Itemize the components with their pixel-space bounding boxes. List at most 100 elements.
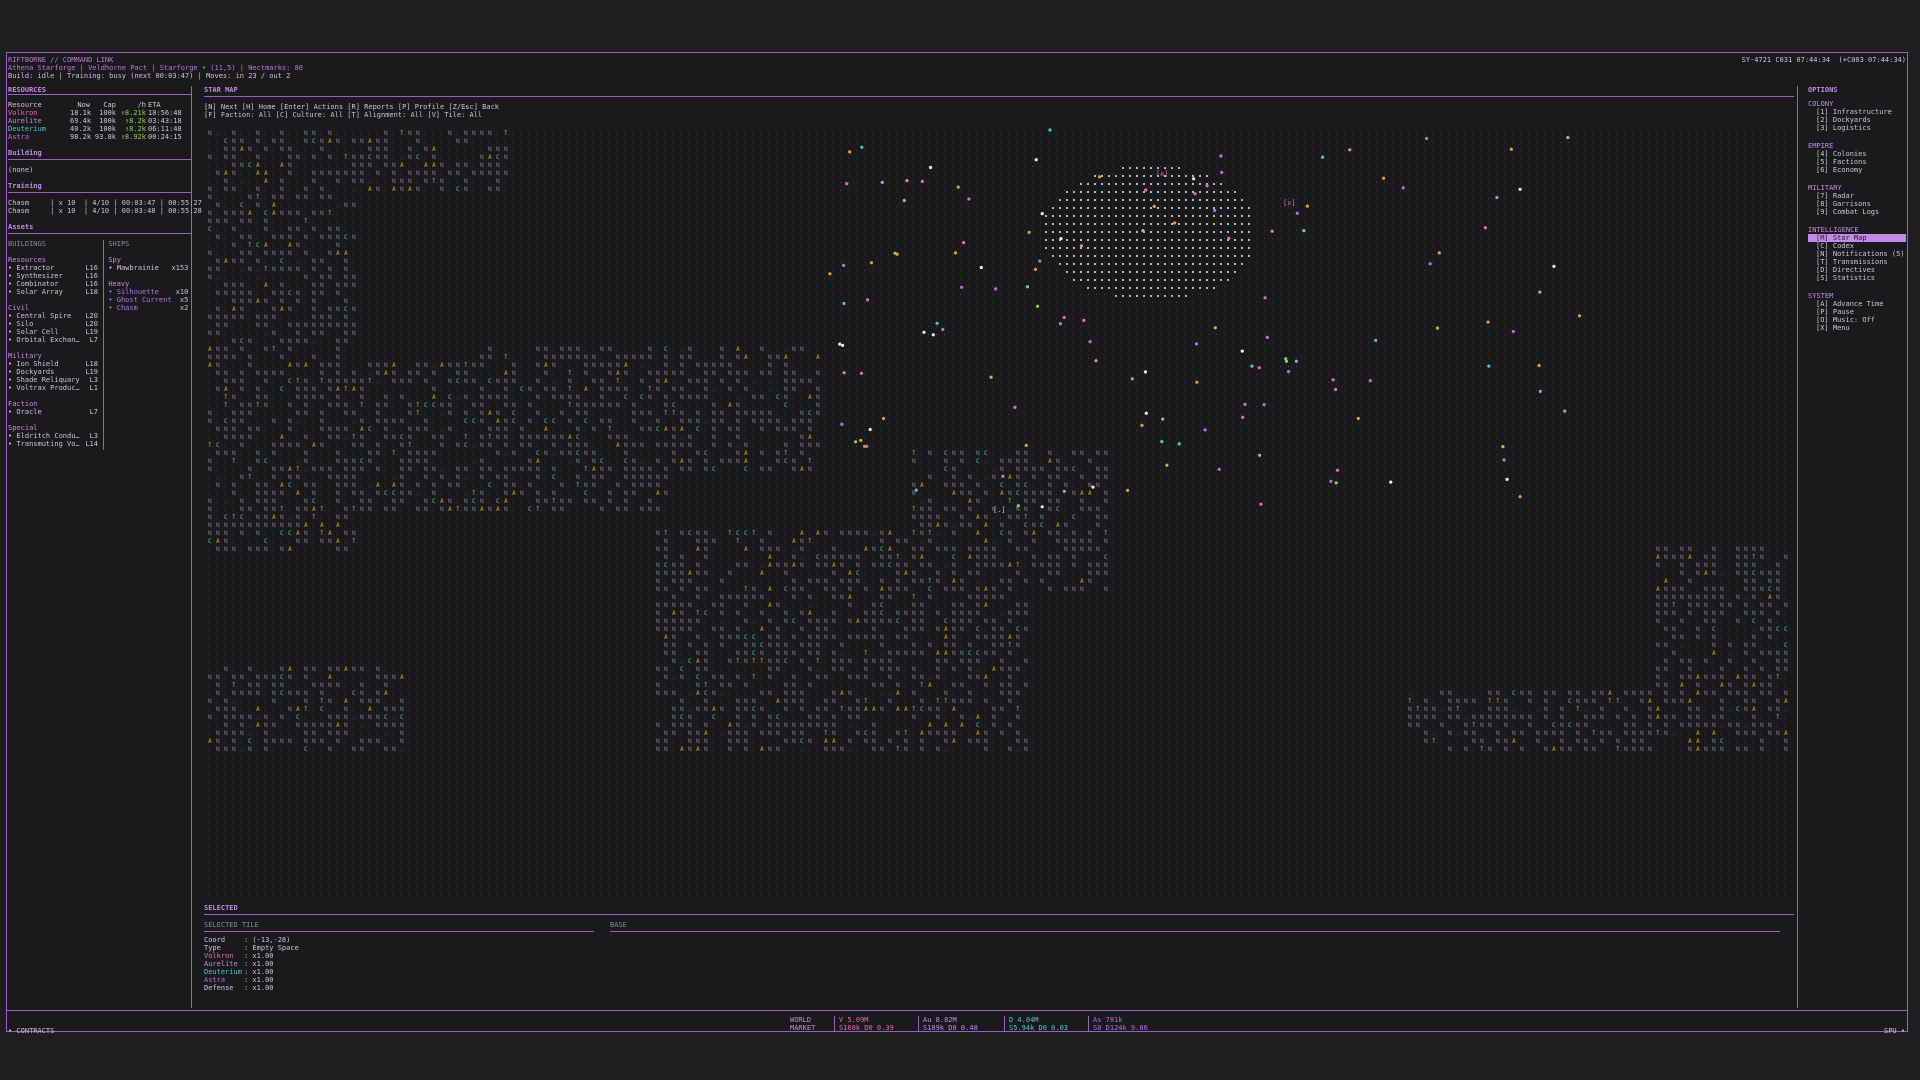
map-tile[interactable]: N — [656, 562, 660, 569]
map-tile[interactable]: N — [1784, 554, 1788, 561]
map-tile[interactable]: T — [608, 426, 612, 433]
map-tile[interactable]: . — [752, 618, 756, 625]
map-tile[interactable]: N — [304, 130, 308, 137]
map-tile[interactable]: N — [872, 722, 876, 729]
map-tile[interactable]: N — [984, 562, 988, 569]
map-tile[interactable]: N — [672, 602, 676, 609]
map-tile[interactable]: N — [480, 154, 484, 161]
map-tile[interactable]: N — [640, 410, 644, 417]
map-tile[interactable]: C — [1568, 698, 1572, 705]
map-tile[interactable]: N — [312, 258, 316, 265]
map-tile[interactable]: A — [1784, 698, 1788, 705]
map-tile[interactable]: A — [264, 178, 268, 185]
map-tile[interactable]: T — [928, 578, 932, 585]
map-tile[interactable]: N — [800, 378, 804, 385]
map-tile[interactable]: N — [920, 618, 924, 625]
map-tile[interactable]: N — [1768, 570, 1772, 577]
map-tile[interactable]: N — [1752, 698, 1756, 705]
map-tile[interactable]: N — [384, 162, 388, 169]
map-tile[interactable]: N — [664, 570, 668, 577]
map-tile[interactable]: C — [704, 690, 708, 697]
map-tile[interactable]: N — [216, 530, 220, 537]
map-tile[interactable]: N — [608, 370, 612, 377]
map-tile[interactable]: N — [336, 458, 340, 465]
map-tile[interactable]: N — [232, 730, 236, 737]
map-tile[interactable]: N — [728, 634, 732, 641]
map-tile[interactable]: N — [328, 538, 332, 545]
map-tile[interactable]: N — [944, 506, 948, 513]
map-tile[interactable]: N — [808, 466, 812, 473]
map-tile[interactable]: N — [1696, 626, 1700, 633]
map-tile[interactable]: N — [744, 602, 748, 609]
map-tile[interactable]: N — [1696, 594, 1700, 601]
map-tile[interactable]: N — [688, 714, 692, 721]
map-tile[interactable]: N — [1024, 466, 1028, 473]
map-tile[interactable]: . — [1440, 706, 1444, 713]
map-tile[interactable]: N — [312, 466, 316, 473]
map-tile[interactable]: N — [1736, 722, 1740, 729]
map-tile[interactable]: N — [208, 530, 212, 537]
map-tile[interactable]: C — [1000, 530, 1004, 537]
map-tile[interactable]: N — [216, 674, 220, 681]
map-tile[interactable]: A — [864, 546, 868, 553]
map-tile[interactable]: N — [800, 562, 804, 569]
map-tile[interactable]: N — [248, 234, 252, 241]
map-tile[interactable]: N — [1048, 506, 1052, 513]
map-tile[interactable]: N — [336, 738, 340, 745]
map-tile[interactable]: N — [232, 226, 236, 233]
map-tile[interactable]: N — [1032, 562, 1036, 569]
map-tile[interactable]: . — [336, 202, 340, 209]
map-tile[interactable]: N — [912, 618, 916, 625]
map-tile[interactable]: N — [696, 530, 700, 537]
star-system[interactable] — [935, 321, 939, 325]
map-tile[interactable]: C — [496, 498, 500, 505]
map-tile[interactable]: A — [280, 482, 284, 489]
map-tile[interactable]: T — [864, 698, 868, 705]
map-tile[interactable]: C — [256, 242, 260, 249]
map-tile[interactable]: N — [952, 482, 956, 489]
map-tile[interactable]: N — [320, 146, 324, 153]
map-tile[interactable]: N — [872, 730, 876, 737]
map-tile[interactable]: N — [1704, 658, 1708, 665]
map-tile[interactable]: N — [856, 578, 860, 585]
map-tile[interactable]: N — [424, 378, 428, 385]
map-tile[interactable]: N — [560, 434, 564, 441]
map-tile[interactable]: N — [344, 314, 348, 321]
map-tile[interactable]: N — [296, 210, 300, 217]
map-tile[interactable]: N — [1632, 714, 1636, 721]
map-tile[interactable]: N — [520, 442, 524, 449]
map-tile[interactable]: T — [224, 394, 228, 401]
map-tile[interactable]: N — [632, 482, 636, 489]
map-tile[interactable]: N — [944, 658, 948, 665]
map-tile[interactable]: N — [800, 610, 804, 617]
map-tile[interactable]: N — [584, 354, 588, 361]
map-tile[interactable]: N — [224, 210, 228, 217]
star-system[interactable] — [1424, 136, 1429, 141]
map-tile[interactable]: N — [736, 634, 740, 641]
map-tile[interactable]: N — [1768, 722, 1772, 729]
star-system[interactable] — [881, 416, 886, 421]
map-tile[interactable]: N — [296, 226, 300, 233]
map-tile[interactable]: N — [776, 634, 780, 641]
map-tile[interactable]: N — [1016, 642, 1020, 649]
map-tile[interactable]: N — [776, 626, 780, 633]
map-tile[interactable]: C — [312, 138, 316, 145]
map-tile[interactable]: N — [368, 714, 372, 721]
map-tile[interactable]: A — [808, 610, 812, 617]
map-tile[interactable]: C — [752, 706, 756, 713]
training-row[interactable]: Chasm | x 10 | 4/10 | 00:03:47 | 00:55:2… — [8, 199, 202, 207]
map-tile[interactable]: C — [472, 418, 476, 425]
map-tile[interactable]: N — [1448, 690, 1452, 697]
map-tile[interactable]: N — [544, 370, 548, 377]
map-tile[interactable]: N — [640, 474, 644, 481]
map-tile[interactable]: N — [832, 714, 836, 721]
star-system[interactable] — [1194, 342, 1199, 346]
map-tile[interactable]: N — [240, 418, 244, 425]
map-tile[interactable]: N — [920, 562, 924, 569]
map-tile[interactable]: N — [272, 498, 276, 505]
map-tile[interactable]: N — [1680, 586, 1684, 593]
map-tile[interactable]: N — [848, 530, 852, 537]
map-tile[interactable]: N — [1504, 706, 1508, 713]
map-tile[interactable]: N — [968, 594, 972, 601]
map-tile[interactable]: N — [216, 202, 220, 209]
